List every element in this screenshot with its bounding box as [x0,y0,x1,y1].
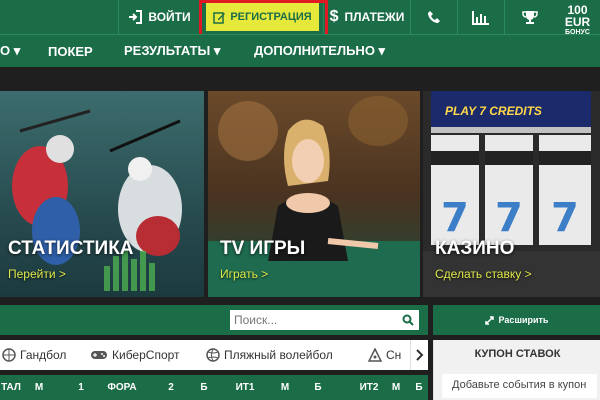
phone-icon [428,11,440,23]
login-button[interactable]: ВОЙТИ [118,0,200,34]
banner-title: TV ИГРЫ [220,238,306,259]
bonus-amount: 100 EUR [564,3,591,29]
banner-title: КАЗИНО [435,238,515,259]
promo-button[interactable] [504,0,555,34]
handball-icon [2,348,16,362]
sports-tabs: Гандбол КиберСпорт Пляжный волейбол Сн [0,340,428,370]
bet-coupon: КУПОН СТАВОК Добавьте события в купон [433,340,600,400]
expand-button[interactable]: Расширить [433,305,600,335]
sport-tab-label: Сн [386,348,402,362]
column-header: М [34,382,44,393]
dollar-icon: $ [329,8,339,25]
column-header: Б [415,382,423,393]
login-label: ВОЙТИ [148,10,191,24]
column-header: ИТ2 [359,382,379,393]
payments-label: ПЛАТЕЖИ [344,10,405,24]
column-header: Б [200,382,208,393]
sport-tab-label: КиберСпорт [112,348,180,362]
banner-tv-games[interactable]: TV ИГРЫ Играть > [208,91,420,297]
nav-item-results[interactable]: РЕЗУЛЬТАТЫ ▾ [124,35,220,67]
sport-tab-esports[interactable]: КиберСпорт [90,340,180,370]
nav-item-sports[interactable]: О ▾ [0,35,20,67]
sport-tab-handball[interactable]: Гандбол [2,340,66,370]
trophy-icon [522,10,538,24]
banner-link[interactable]: Перейти > [8,267,66,281]
odds-column-headers: ТАЛ М 1 ФОРА 2 Б ИТ1 М Б ИТ2 М Б [0,375,428,400]
register-label: РЕГИСТРАЦИЯ [230,11,312,23]
login-icon [129,10,143,24]
search-box [230,310,419,330]
sport-tab-label: Гандбол [20,348,67,362]
expand-label: Расширить [498,315,549,325]
phone-button[interactable] [410,0,457,34]
column-header: ТАЛ [1,382,21,393]
snooker-icon [368,348,382,362]
gamepad-icon [91,351,107,359]
sport-tab-label: Пляжный волейбол [224,348,333,362]
nav-item-poker[interactable]: ПОКЕР [48,35,93,67]
banner-link[interactable]: Сделать ставку > [435,267,532,281]
search-icon[interactable] [398,310,418,330]
payments-button[interactable]: $ ПЛАТЕЖИ [323,0,410,34]
search-input[interactable] [230,311,398,329]
casino-sign-text: PLAY 7 CREDITS [445,104,542,118]
scroll-right-arrow[interactable] [410,340,428,370]
sport-tab-snooker[interactable]: Сн [368,340,401,370]
bar-chart-icon [472,10,489,25]
coupon-title: КУПОН СТАВОК [434,340,600,368]
edit-icon [213,11,226,24]
column-header: М [280,382,290,393]
main-nav: О ▾ ПОКЕР РЕЗУЛЬТАТЫ ▾ ДОПОЛНИТЕЛЬНО ▾ [0,34,600,67]
column-header: М [391,382,401,393]
column-header: Б [314,382,322,393]
bonus-badge[interactable]: 100 EUR БОНУС [555,2,600,36]
column-header: ФОРА [107,382,137,393]
svg-text:7: 7 [551,195,579,241]
banner-statistics[interactable]: СТАТИСТИКА Перейти > [0,91,204,297]
column-header: ИТ1 [235,382,255,393]
sport-tab-beach-volleyball[interactable]: Пляжный волейбол [206,340,333,370]
column-header: 2 [168,382,174,393]
nav-item-more[interactable]: ДОПОЛНИТЕЛЬНО ▾ [254,35,385,67]
svg-text:7: 7 [495,195,523,241]
svg-text:7: 7 [441,195,469,241]
coupon-empty-text: Добавьте события в купон [442,374,597,398]
banner-casino[interactable]: 7 7 7 PLAY 7 CREDITS КАЗИНО Сделать став… [423,91,600,297]
chevron-right-icon [415,349,423,361]
column-header: 1 [78,382,84,393]
statistics-button[interactable] [457,0,504,34]
register-button[interactable]: РЕГИСТРАЦИЯ [206,3,319,31]
volleyball-icon [206,348,220,362]
banner-link[interactable]: Играть > [220,267,268,281]
banner-title: СТАТИСТИКА [8,238,134,259]
expand-icon [484,315,494,325]
